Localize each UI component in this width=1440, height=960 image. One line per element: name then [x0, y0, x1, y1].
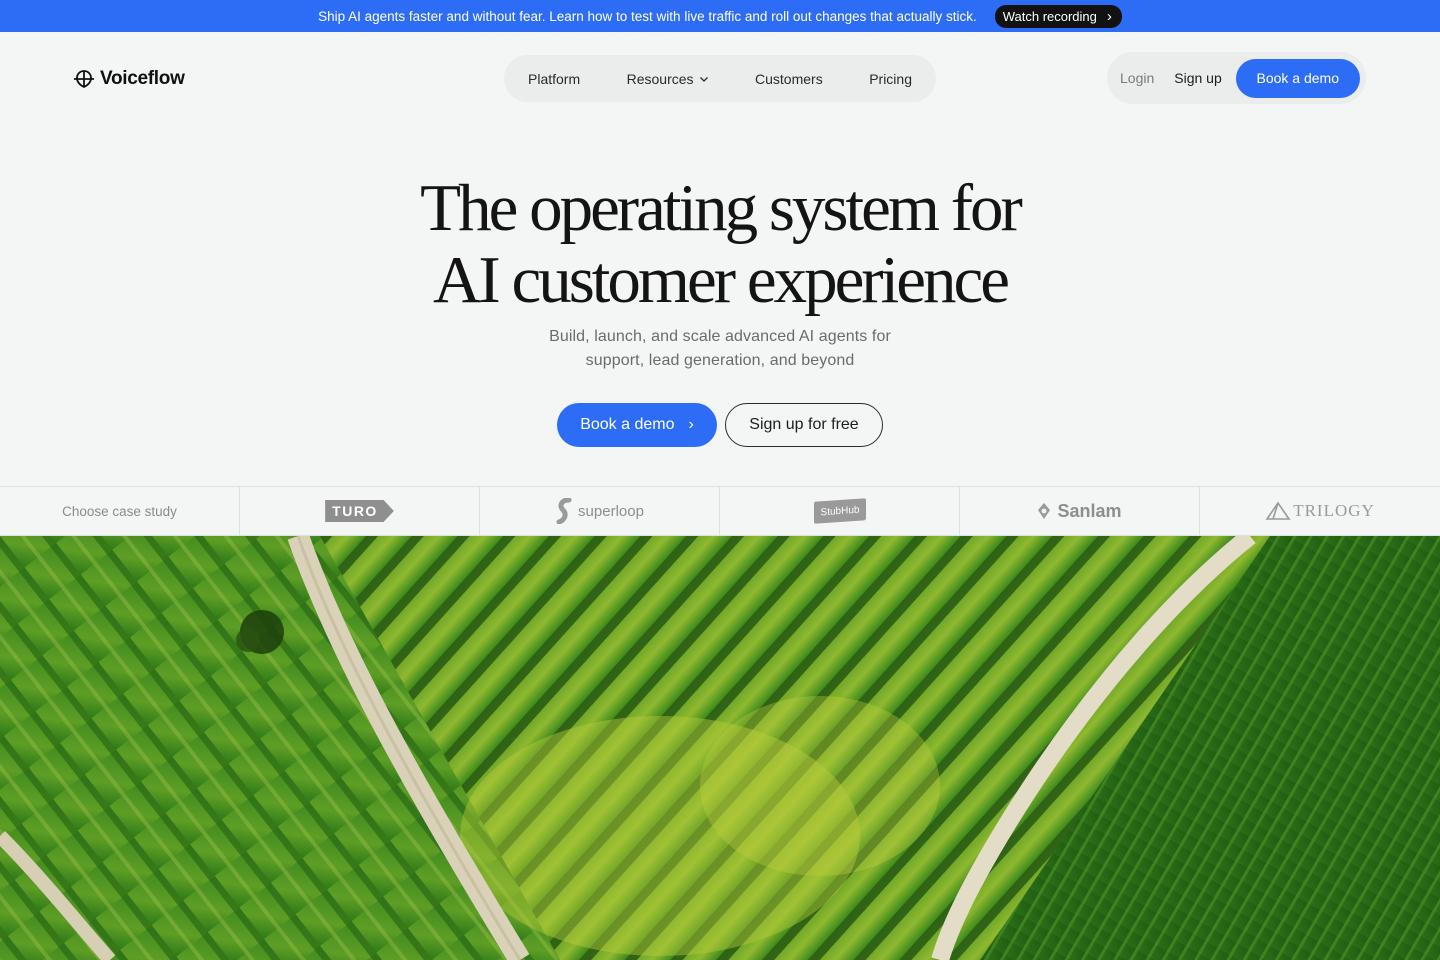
nav-item-pricing[interactable]: Pricing — [869, 71, 912, 87]
sanlam-wordmark: Sanlam — [1057, 500, 1122, 521]
superloop-wordmark: superloop — [578, 502, 644, 520]
nav-item-customers[interactable]: Customers — [755, 71, 823, 87]
site-header: Voiceflow Platform Resources Customers P… — [0, 32, 1440, 124]
voiceflow-logo-icon — [74, 70, 94, 89]
announcement-bar: Ship AI agents faster and without fear. … — [0, 0, 1440, 32]
trilogy-wordmark: TRILOGY — [1293, 501, 1375, 520]
hero-book-demo-label: Book a demo — [580, 416, 675, 433]
case-study-superloop[interactable]: superloop — [480, 487, 720, 535]
case-study-label: Choose case study — [62, 503, 177, 519]
chevron-right-icon: › — [1106, 7, 1112, 25]
chevron-down-icon — [699, 76, 708, 82]
watch-recording-label: Watch recording — [1002, 8, 1097, 24]
chevron-right-icon: › — [688, 416, 694, 433]
sanlam-logo: Sanlam — [1037, 500, 1122, 522]
nav-item-platform[interactable]: Platform — [528, 71, 580, 87]
hero-subtitle-line-2: support, lead generation, and beyond — [585, 352, 855, 369]
announcement-text: Ship AI agents faster and without fear. … — [318, 8, 977, 24]
auth-group: Login Sign up Book a demo — [1107, 52, 1366, 104]
hero-subtitle: Build, launch, and scale advanced AI age… — [520, 325, 920, 373]
case-study-turo[interactable]: TURO — [240, 487, 480, 535]
hero-aerial-field-image — [0, 536, 1440, 960]
field-illustration — [0, 536, 1440, 960]
sanlam-icon — [1038, 503, 1051, 519]
case-study-trilogy[interactable]: TRILOGY — [1200, 487, 1440, 535]
case-study-sanlam[interactable]: Sanlam — [960, 487, 1200, 535]
nav-item-resources[interactable]: Resources — [627, 71, 709, 87]
watch-recording-button[interactable]: Watch recording › — [994, 4, 1122, 28]
stubhub-logo: StubHub — [813, 498, 866, 524]
hero-book-demo-button[interactable]: Book a demo › — [557, 403, 717, 447]
superloop-icon — [556, 498, 572, 524]
hero-subtitle-line-1: Build, launch, and scale advanced AI age… — [549, 328, 891, 345]
nav-label: Platform — [528, 70, 581, 87]
nav-label: Customers — [755, 70, 823, 87]
nav-label: Pricing — [869, 70, 912, 87]
case-study-label-cell: Choose case study — [0, 487, 240, 535]
main-nav: Platform Resources Customers Pricing — [504, 55, 936, 102]
book-demo-button[interactable]: Book a demo — [1235, 58, 1360, 98]
hero-signup-button[interactable]: Sign up for free — [725, 403, 883, 447]
hero-cta-row: Book a demo › Sign up for free — [557, 403, 883, 447]
brand-logo[interactable]: Voiceflow — [72, 68, 185, 90]
case-study-strip: Choose case study TURO superloop StubHub… — [0, 486, 1440, 536]
hero-title-line-1: The operating system for — [420, 171, 1023, 245]
hero-title-line-2: AI customer experience — [433, 243, 1010, 317]
signup-link[interactable]: Sign up — [1174, 70, 1221, 86]
login-link[interactable]: Login — [1120, 70, 1154, 86]
hero-title: The operating system for AI customer exp… — [0, 172, 1440, 316]
trilogy-logo: TRILOGY — [1265, 501, 1375, 521]
trilogy-icon — [1265, 501, 1291, 520]
case-study-stubhub[interactable]: StubHub — [720, 487, 960, 535]
turo-logo: TURO — [325, 500, 394, 522]
superloop-logo: superloop — [555, 498, 644, 524]
nav-label: Resources — [626, 70, 694, 87]
brand-name: Voiceflow — [100, 68, 185, 89]
